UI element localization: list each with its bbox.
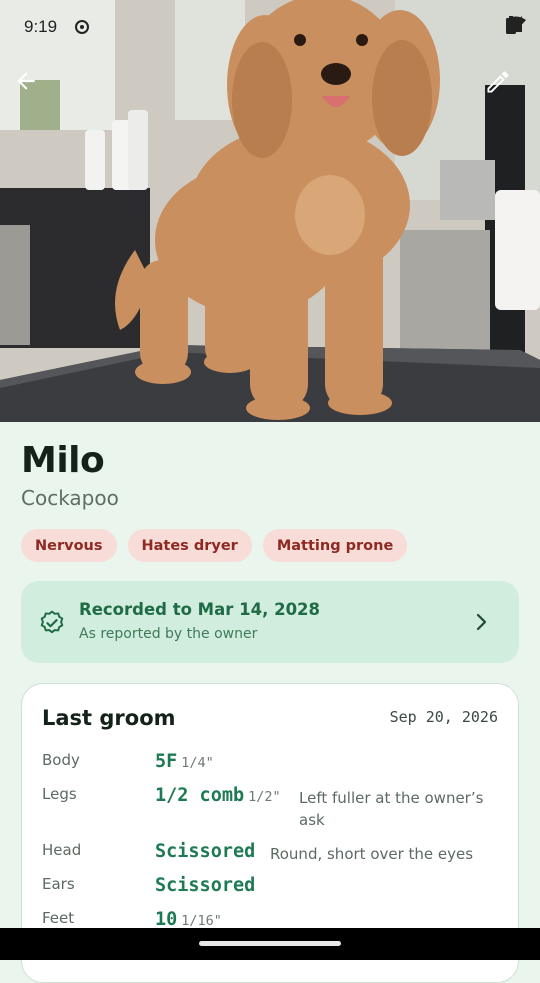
- row-label: Feet: [42, 909, 75, 927]
- clip-setting: 5F: [155, 751, 178, 772]
- row-value: 1/2 comb 1/2": [155, 785, 281, 806]
- home-gesture-handle[interactable]: [199, 941, 341, 946]
- tag-chip: Matting prone: [262, 529, 408, 562]
- pet-breed: Cockapoo: [21, 486, 119, 510]
- row-note: Left fuller at the owner’s ask: [299, 789, 484, 829]
- clip-setting: 1/2 comb: [155, 785, 245, 806]
- pet-photo: 9:19: [0, 0, 540, 422]
- row-label: Ears: [42, 875, 75, 893]
- status-bar: 9:19: [0, 0, 540, 56]
- clip-length: 1/16": [181, 913, 222, 929]
- recorded-subtitle: As reported by the owner: [79, 626, 258, 642]
- clip-length: 1/4": [181, 755, 214, 771]
- pet-name: Milo: [21, 440, 105, 481]
- card-title: Last groom: [42, 706, 176, 730]
- row-value: 10 1/16": [155, 909, 222, 930]
- back-button[interactable]: [13, 68, 61, 116]
- system-nav-bar: [0, 928, 540, 960]
- tag-chip: Nervous: [21, 529, 117, 562]
- recorded-banner[interactable]: Recorded to Mar 14, 2028 As reported by …: [21, 581, 519, 663]
- row-value: Scissored: [155, 841, 255, 862]
- row-label: Body: [42, 751, 80, 769]
- row-note: Round, short over the eyes: [270, 845, 474, 863]
- clip-length: 1/2": [248, 789, 281, 805]
- status-time: 9:19: [24, 17, 58, 36]
- clip-setting: 10: [155, 909, 178, 930]
- dog-photo-illustration: [0, 0, 540, 422]
- behavior-tags: Nervous Hates dryer Matting prone: [21, 529, 408, 562]
- chevron-right-icon: [469, 610, 493, 638]
- row-value: Scissored: [155, 875, 255, 896]
- row-value: 5F 1/4": [155, 751, 214, 772]
- edit-button[interactable]: [484, 68, 532, 116]
- tag-chip: Hates dryer: [127, 529, 252, 562]
- row-label: Legs: [42, 785, 77, 803]
- clip-setting: Scissored: [155, 841, 256, 862]
- row-label: Head: [42, 841, 82, 859]
- clip-setting: Scissored: [155, 875, 256, 896]
- recorded-title: Recorded to Mar 14, 2028: [79, 600, 321, 619]
- groom-date: Sep 20, 2026: [389, 708, 498, 726]
- verified-badge-icon: [39, 610, 65, 640]
